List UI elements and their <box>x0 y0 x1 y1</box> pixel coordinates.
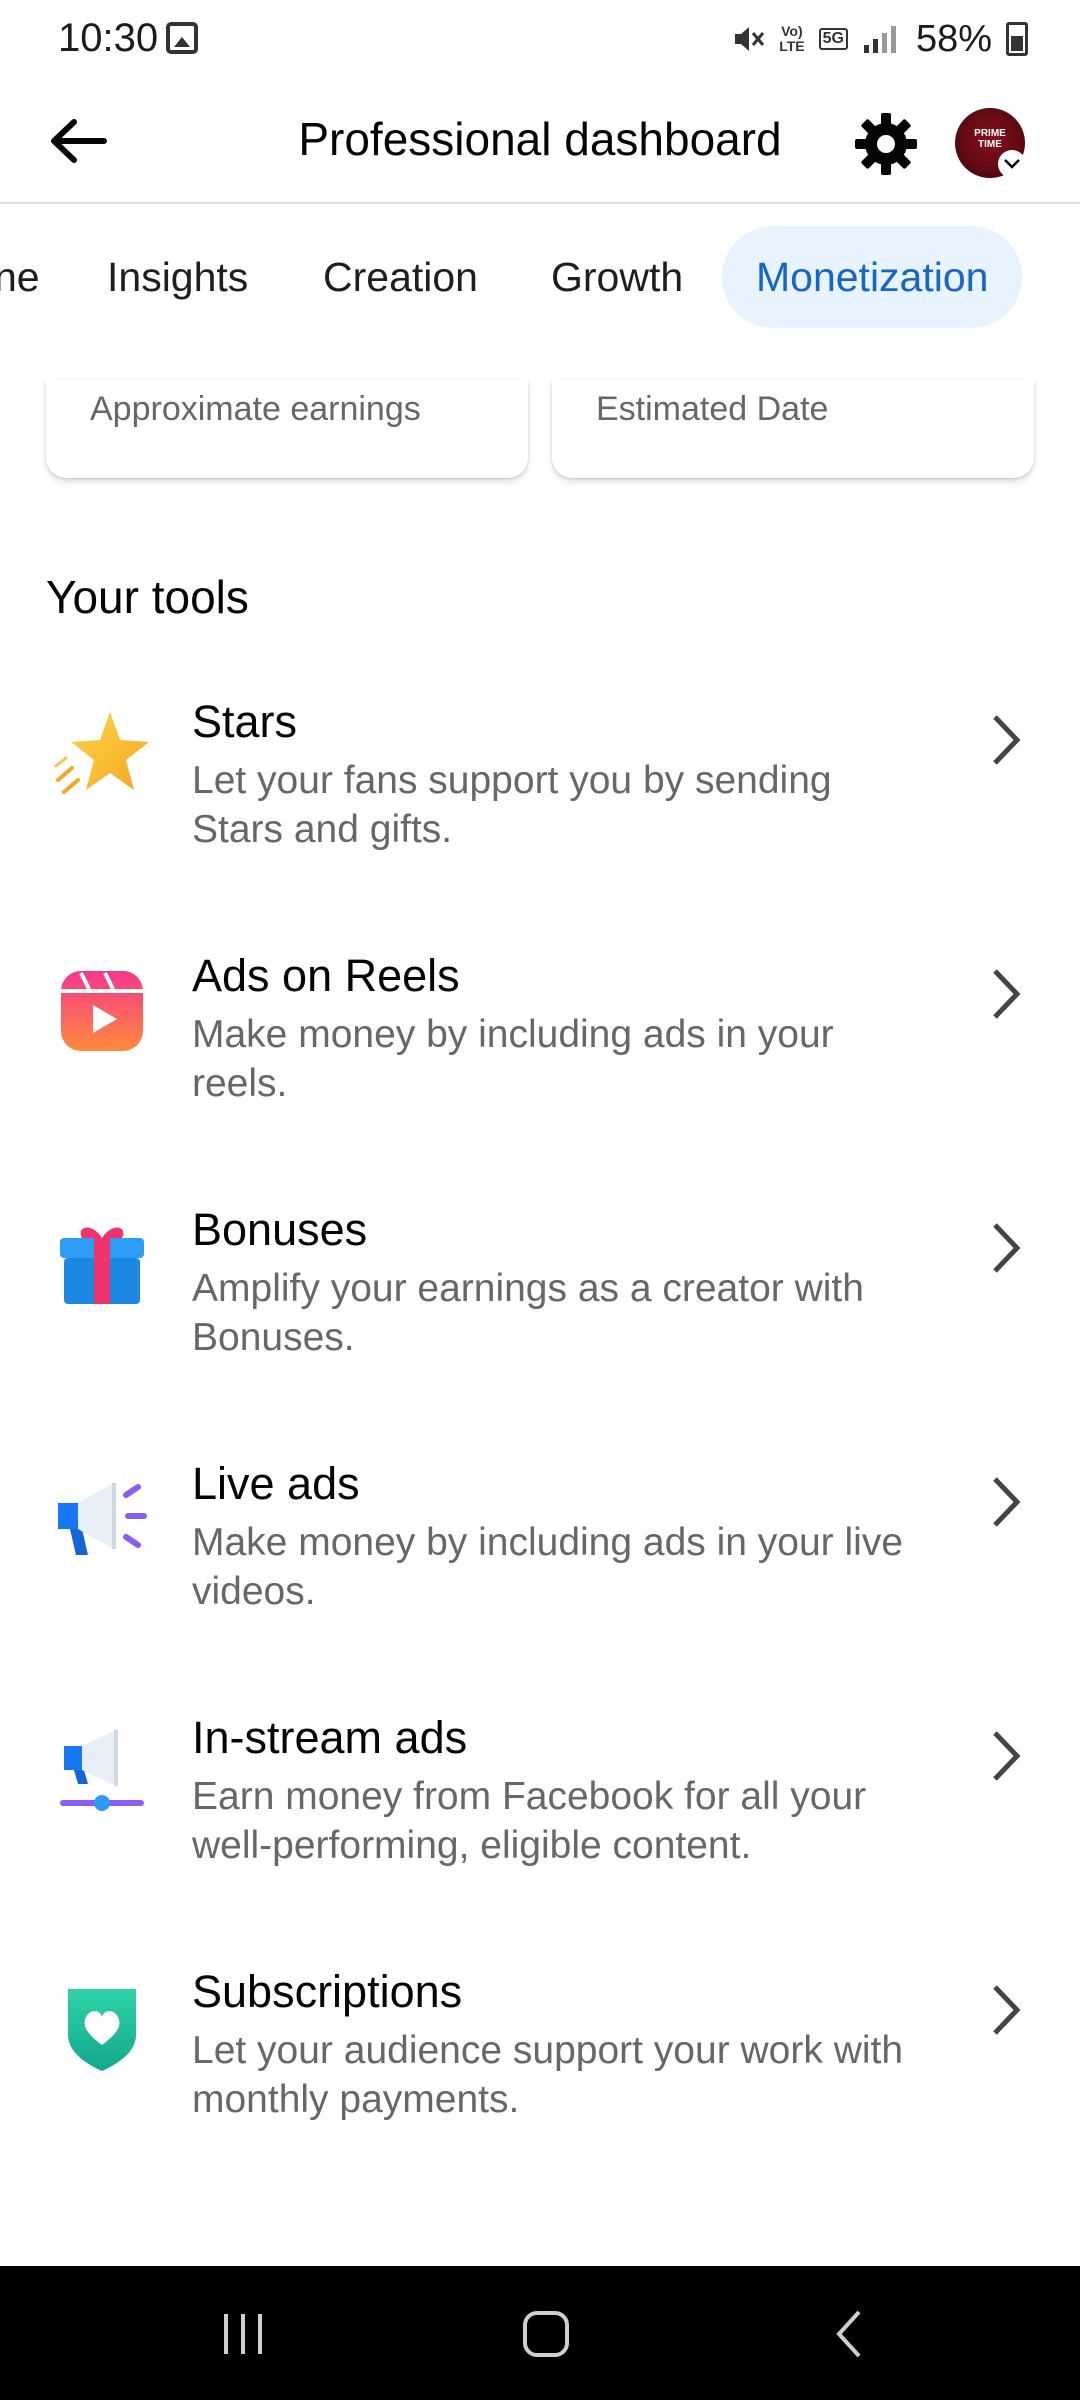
megaphone-icon <box>50 1466 154 1570</box>
tool-description: Let your audience support your work with… <box>192 2029 904 2121</box>
gallery-notification-icon <box>166 22 198 54</box>
tool-name: Bonuses <box>192 1204 368 1255</box>
gear-icon <box>855 113 917 175</box>
tab-monetization[interactable]: Monetization <box>722 226 1023 328</box>
home-icon <box>523 2311 569 2357</box>
tool-in-stream-ads[interactable]: In-stream ads Earn money from Facebook f… <box>0 1696 1080 1950</box>
tool-description: Earn money from Facebook for all your we… <box>192 1775 867 1867</box>
home-button[interactable] <box>486 2296 606 2372</box>
tool-live-ads[interactable]: Live ads Make money by including ads in … <box>0 1442 1080 1696</box>
settings-button[interactable] <box>850 108 922 180</box>
network-indicator: 5G <box>818 28 848 50</box>
tool-name: In-stream ads <box>192 1712 468 1763</box>
mute-icon <box>735 27 765 51</box>
tab-insights[interactable]: Insights <box>107 226 248 328</box>
tab-creation[interactable]: Creation <box>323 226 478 328</box>
chevron-right-icon <box>978 1216 1034 1280</box>
tab-growth[interactable]: Growth <box>551 226 683 328</box>
tool-description: Make money by including ads in your reel… <box>192 1013 834 1105</box>
dashboard-tabs: ne Insights Creation Growth Monetization <box>0 206 1080 348</box>
chevron-right-icon <box>978 1724 1034 1788</box>
tool-name: Ads on Reels <box>192 950 460 1001</box>
gift-icon <box>50 1212 154 1316</box>
recent-apps-icon <box>224 2314 262 2354</box>
estimated-date-card[interactable]: Estimated Date <box>552 380 1034 478</box>
signal-icon <box>863 26 896 53</box>
chevron-down-icon <box>1004 159 1020 169</box>
instream-megaphone-icon <box>50 1720 154 1824</box>
tool-name: Stars <box>192 696 298 747</box>
app-header: Professional dashboard PRIME TIME <box>0 78 1080 204</box>
tool-name: Live ads <box>192 1458 360 1509</box>
reels-icon <box>50 958 154 1062</box>
chevron-right-icon <box>978 1470 1034 1534</box>
tool-name: Subscriptions <box>192 1966 463 2017</box>
status-indicators: Vo) LTE 5G 58% <box>731 14 1028 64</box>
chevron-right-icon <box>978 962 1034 1026</box>
chevron-left-icon <box>836 2310 861 2358</box>
earnings-card-label: Approximate earnings <box>90 390 421 428</box>
tab-home[interactable]: ne <box>0 226 40 328</box>
estimated-date-card-label: Estimated Date <box>596 390 829 428</box>
tool-description: Make money by including ads in your live… <box>192 1521 904 1613</box>
tool-description: Amplify your earnings as a creator with … <box>192 1267 864 1359</box>
star-icon <box>50 704 154 808</box>
system-navigation-bar <box>0 2266 1080 2400</box>
status-time: 10:30 <box>58 16 159 60</box>
chevron-right-icon <box>978 708 1034 772</box>
avatar-logo-text: PRIME TIME <box>974 128 1006 150</box>
tool-description: Let your fans support you by sending Sta… <box>192 759 832 851</box>
battery-percent: 58% <box>915 17 992 60</box>
chevron-right-icon <box>978 1978 1034 2042</box>
tool-ads-on-reels[interactable]: Ads on Reels Make money by including ads… <box>0 934 1080 1188</box>
earnings-card[interactable]: Approximate earnings <box>46 380 528 478</box>
account-switcher-chevron[interactable] <box>998 150 1026 178</box>
recent-apps-button[interactable] <box>183 2296 303 2372</box>
heart-shield-icon <box>50 1974 154 2078</box>
battery-icon <box>1006 22 1028 56</box>
tool-subscriptions[interactable]: Subscriptions Let your audience support … <box>0 1950 1080 2204</box>
volte-indicator: Vo) LTE <box>779 23 805 54</box>
section-title: Your tools <box>46 571 249 623</box>
tool-bonuses[interactable]: Bonuses Amplify your earnings as a creat… <box>0 1188 1080 1442</box>
status-bar: 10:30 Vo) LTE 5G 58% <box>0 0 1080 78</box>
system-back-button[interactable] <box>789 2296 909 2372</box>
tool-stars[interactable]: Stars Let your fans support you by sendi… <box>0 680 1080 934</box>
